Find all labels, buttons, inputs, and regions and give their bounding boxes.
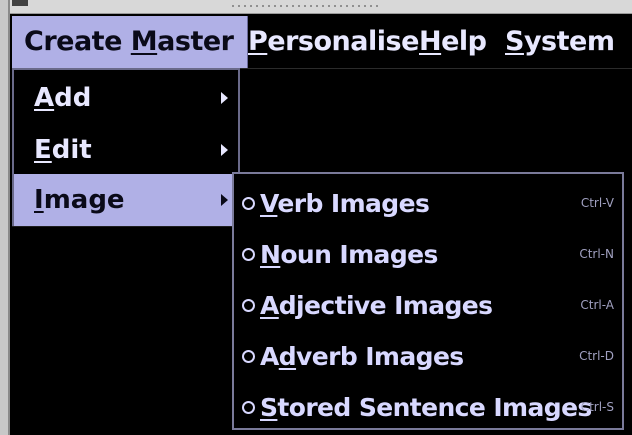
window-top-border <box>0 0 632 14</box>
dropdown-label-post: mage <box>43 185 125 215</box>
dropdown-shadow-line <box>12 226 232 227</box>
submenu-label: Noun Images <box>260 229 438 280</box>
menu-label-mnemonic: H <box>419 26 442 57</box>
shortcut-hint: Ctrl-S <box>580 400 614 414</box>
radio-icon <box>242 401 255 414</box>
submenu-item-adverb-images[interactable]: Adverb Images Ctrl-D <box>234 331 622 382</box>
submenu-arrow-icon <box>221 144 228 156</box>
menu-label-pre: Create <box>24 26 131 57</box>
submenu-item-adjective-images[interactable]: Adjective Images Ctrl-A <box>234 280 622 331</box>
submenu-label-post: oun Images <box>280 240 438 269</box>
dropdown-label-post: dit <box>51 135 92 165</box>
menu-label-post: elp <box>441 26 487 57</box>
menu-label-post: ersonalise <box>267 26 419 57</box>
shortcut-hint: Ctrl-V <box>580 196 614 210</box>
submenu-label-pre: A <box>260 342 279 371</box>
radio-icon <box>242 248 255 261</box>
menu-label-mnemonic: S <box>505 26 524 57</box>
submenu-label-post: erb Images <box>277 189 430 218</box>
menu-label-mnemonic: M <box>130 26 158 57</box>
menu-system[interactable]: System <box>505 16 615 68</box>
window-title-grip[interactable] <box>230 3 380 9</box>
menu-create-master[interactable]: Create Master <box>12 16 249 68</box>
submenu-label-mnemonic: A <box>260 291 279 320</box>
create-master-dropdown: Add Edit Image <box>12 68 240 226</box>
menu-bar: Create Master Personalise Help System <box>12 16 632 69</box>
submenu-arrow-icon <box>221 92 228 104</box>
radio-icon <box>242 350 255 363</box>
menu-personalise[interactable]: Personalise <box>248 16 419 68</box>
dropdown-label-post: dd <box>54 83 92 113</box>
submenu-label-post: tored Sentence Images <box>277 393 592 422</box>
submenu-arrow-icon <box>221 194 228 206</box>
submenu-label: Adverb Images <box>260 331 464 382</box>
submenu-label: Verb Images <box>260 178 430 229</box>
menu-label-post: ystem <box>523 26 615 57</box>
app-window: Create Master Personalise Help System Ad… <box>0 0 632 435</box>
dropdown-item-image[interactable]: Image <box>14 174 238 226</box>
submenu-label-mnemonic: S <box>260 393 278 422</box>
submenu-label: Stored Sentence Images <box>260 382 592 433</box>
shortcut-hint: Ctrl-D <box>579 349 614 363</box>
window-corner-mark <box>12 0 28 6</box>
submenu-label-mnemonic: d <box>278 342 297 371</box>
dropdown-label-mnemonic: E <box>34 135 52 165</box>
menu-label-post: aster <box>157 26 234 57</box>
dropdown-item-add[interactable]: Add <box>14 72 238 124</box>
dropdown-label-mnemonic: A <box>34 83 55 113</box>
menu-help[interactable]: Help <box>419 16 487 68</box>
radio-icon <box>242 299 255 312</box>
submenu-item-stored-sentence-images[interactable]: Stored Sentence Images Ctrl-S <box>234 382 622 433</box>
submenu-label: Adjective Images <box>260 280 493 331</box>
dropdown-item-edit[interactable]: Edit <box>14 124 238 176</box>
shortcut-hint: Ctrl-N <box>579 247 614 261</box>
shortcut-hint: Ctrl-A <box>580 298 614 312</box>
submenu-label-mnemonic: N <box>260 240 281 269</box>
window-left-border <box>0 0 10 435</box>
dropdown-label-mnemonic: I <box>34 185 44 215</box>
submenu-label-post: djective Images <box>278 291 493 320</box>
submenu-label-mnemonic: V <box>260 189 278 218</box>
submenu-item-verb-images[interactable]: Verb Images Ctrl-V <box>234 178 622 229</box>
menu-label-mnemonic: P <box>248 26 268 57</box>
submenu-item-noun-images[interactable]: Noun Images Ctrl-N <box>234 229 622 280</box>
image-submenu: Verb Images Ctrl-V Noun Images Ctrl-N Ad… <box>232 172 624 430</box>
radio-icon <box>242 197 255 210</box>
submenu-label-post: verb Images <box>296 342 464 371</box>
